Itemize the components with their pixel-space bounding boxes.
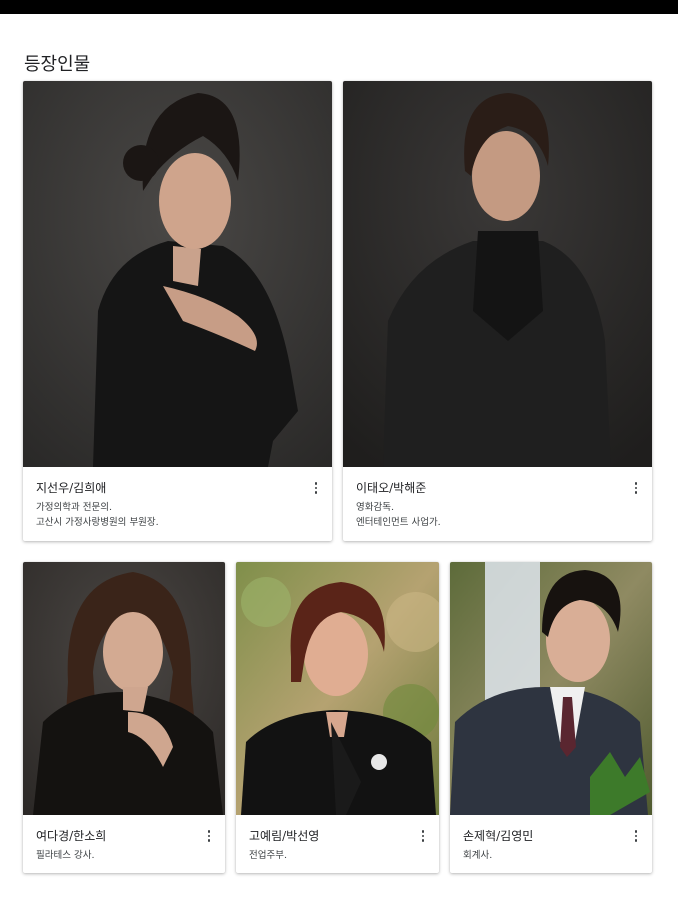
character-name: 손제혁/김영민 <box>463 829 534 843</box>
card-info: 이태오/박해준 영화감독. 엔터테인먼트 사업가. <box>343 467 652 541</box>
character-card[interactable]: 이태오/박해준 영화감독. 엔터테인먼트 사업가. <box>343 81 652 541</box>
character-name: 여다경/한소희 <box>36 829 107 843</box>
more-vert-icon[interactable] <box>203 829 215 843</box>
more-vert-icon[interactable] <box>417 829 429 843</box>
card-info: 고예림/박선영 전업주부. <box>236 815 439 873</box>
character-photo[interactable] <box>23 81 332 467</box>
description-line: 회계사. <box>463 850 493 861</box>
description-line: 엔터테인먼트 사업가. <box>356 517 441 528</box>
character-photo[interactable] <box>450 562 652 815</box>
character-description: 회계사. <box>463 848 492 863</box>
character-photo[interactable] <box>23 562 225 815</box>
more-vert-icon[interactable] <box>310 481 322 495</box>
character-card[interactable]: 손제혁/김영민 회계사. <box>450 562 652 873</box>
card-info: 지선우/김희애 가정의학과 전문의. 고산시 가정사랑병원의 부원장. <box>23 467 332 541</box>
more-vert-icon[interactable] <box>630 829 642 843</box>
character-name: 지선우/김희애 <box>36 481 107 495</box>
description-line: 필라테스 강사. <box>36 850 95 861</box>
character-photo[interactable] <box>343 81 652 467</box>
character-card[interactable]: 여다경/한소희 필라테스 강사. <box>23 562 225 873</box>
top-bar <box>0 0 678 14</box>
more-vert-icon[interactable] <box>630 481 642 495</box>
description-line: 전업주부. <box>249 850 287 861</box>
character-card[interactable]: 지선우/김희애 가정의학과 전문의. 고산시 가정사랑병원의 부원장. <box>23 81 332 541</box>
character-photo[interactable] <box>236 562 439 815</box>
character-name: 고예림/박선영 <box>249 829 320 843</box>
card-info: 여다경/한소희 필라테스 강사. <box>23 815 225 873</box>
card-info: 손제혁/김영민 회계사. <box>450 815 652 873</box>
character-description: 전업주부. <box>249 848 287 863</box>
section-title: 등장인물 <box>24 54 91 75</box>
character-card[interactable]: 고예림/박선영 전업주부. <box>236 562 439 873</box>
description-line: 영화감독. <box>356 502 394 513</box>
character-description: 영화감독. 엔터테인먼트 사업가. <box>356 500 441 530</box>
description-line: 고산시 가정사랑병원의 부원장. <box>36 517 159 528</box>
character-description: 가정의학과 전문의. 고산시 가정사랑병원의 부원장. <box>36 500 159 530</box>
character-description: 필라테스 강사. <box>36 848 94 863</box>
description-line: 가정의학과 전문의. <box>36 502 112 513</box>
character-name: 이태오/박해준 <box>356 481 427 495</box>
